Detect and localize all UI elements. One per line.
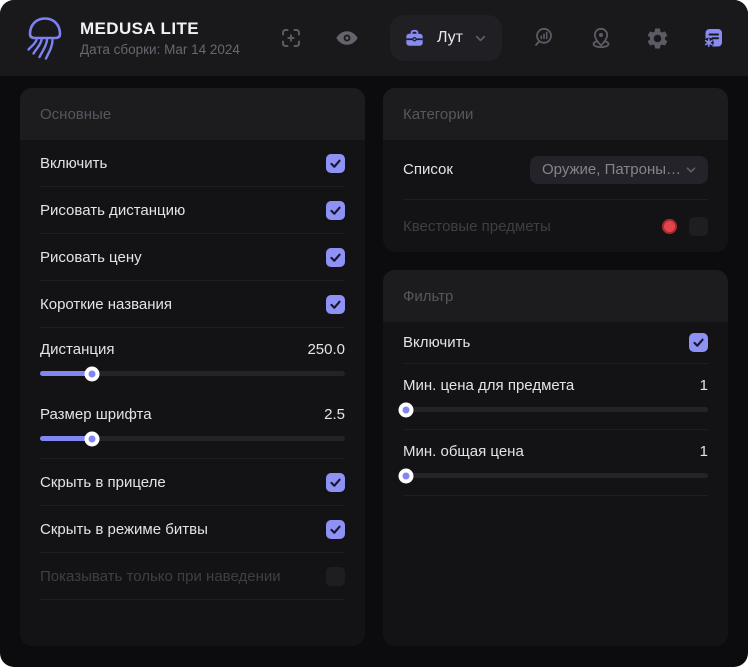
- title-block: MEDUSA LITE Дата сборки: Mar 14 2024: [80, 19, 240, 57]
- setting-label: Скрыть в режиме битвы: [40, 521, 208, 538]
- content-area: Основные Включить Рисовать дистанцию: [0, 76, 748, 667]
- scan-icon[interactable]: [278, 25, 304, 51]
- build-date-subtitle: Дата сборки: Mar 14 2024: [80, 42, 240, 57]
- briefcase-icon: [402, 26, 427, 51]
- category-list-label: Список: [403, 161, 453, 178]
- filter-enable-row: Включить: [403, 322, 708, 364]
- quests-list-icon[interactable]: [700, 25, 726, 51]
- draw-distance-checkbox[interactable]: [326, 201, 345, 220]
- quest-color-swatch[interactable]: [662, 219, 677, 234]
- panel-main: Основные Включить Рисовать дистанцию: [20, 88, 365, 646]
- distance-slider[interactable]: [40, 371, 345, 376]
- panel-filter-body: Включить Мин. цена для предмета 1: [383, 322, 728, 496]
- setting-label: Скрыть в прицеле: [40, 474, 166, 491]
- min-item-price-slider-thumb[interactable]: [399, 402, 414, 417]
- slider-label: Размер шрифта: [40, 406, 152, 423]
- min-total-price-slider-group: Мин. общая цена 1: [403, 430, 708, 496]
- panel-categories-title: Категории: [383, 88, 728, 140]
- slider-value: 250.0: [307, 341, 345, 358]
- font-size-slider-group: Размер шрифта 2.5: [40, 393, 345, 459]
- slider-value: 1: [700, 377, 708, 394]
- eye-icon[interactable]: [334, 25, 360, 51]
- font-size-slider[interactable]: [40, 436, 345, 441]
- enable-checkbox[interactable]: [326, 154, 345, 173]
- left-column: Основные Включить Рисовать дистанцию: [20, 88, 365, 646]
- search-stats-icon[interactable]: [532, 25, 558, 51]
- loot-dropdown-value: Лут: [437, 29, 463, 47]
- category-list-select[interactable]: Оружие, Патроны, ...: [530, 156, 708, 184]
- panel-main-title: Основные: [20, 88, 365, 140]
- chevron-down-icon: [473, 31, 488, 46]
- hide-in-scope-checkbox[interactable]: [326, 473, 345, 492]
- setting-label: Рисовать цену: [40, 249, 142, 266]
- min-item-price-slider[interactable]: [403, 407, 708, 412]
- loot-dropdown-button[interactable]: Лут: [390, 15, 502, 61]
- category-list-row: Список Оружие, Патроны, ...: [403, 140, 708, 200]
- short-names-checkbox[interactable]: [326, 295, 345, 314]
- setting-row-draw-distance: Рисовать дистанцию: [40, 187, 345, 234]
- slider-value: 2.5: [324, 406, 345, 423]
- gear-icon[interactable]: [644, 25, 670, 51]
- panel-filter-title: Фильтр: [383, 270, 728, 322]
- distance-slider-group: Дистанция 250.0: [40, 328, 345, 393]
- header-bar: MEDUSA LITE Дата сборки: Mar 14 2024: [0, 0, 748, 76]
- quest-items-checkbox[interactable]: [689, 217, 708, 236]
- min-total-price-slider[interactable]: [403, 473, 708, 478]
- right-column: Категории Список Оружие, Патроны, ... Кв…: [383, 88, 728, 646]
- panel-filter: Фильтр Включить Мин. цена для предмета 1: [383, 270, 728, 646]
- setting-row-show-on-hover: Показывать только при наведении: [40, 553, 345, 600]
- slider-label: Дистанция: [40, 341, 114, 358]
- slider-value: 1: [700, 443, 708, 460]
- font-size-slider-thumb[interactable]: [84, 431, 99, 446]
- location-pin-icon[interactable]: [588, 25, 614, 51]
- distance-slider-thumb[interactable]: [84, 366, 99, 381]
- setting-label: Рисовать дистанцию: [40, 202, 185, 219]
- category-list-select-value: Оружие, Патроны, ...: [542, 161, 684, 178]
- filter-enable-checkbox[interactable]: [689, 333, 708, 352]
- setting-row-draw-price: Рисовать цену: [40, 234, 345, 281]
- setting-row-short-names: Короткие названия: [40, 281, 345, 328]
- setting-row-enable: Включить: [40, 140, 345, 187]
- quest-items-controls: [662, 217, 708, 236]
- panel-categories: Категории Список Оружие, Патроны, ... Кв…: [383, 88, 728, 252]
- header-actions: Лут: [278, 15, 726, 61]
- slider-label: Мин. общая цена: [403, 443, 524, 460]
- filter-enable-label: Включить: [403, 334, 470, 351]
- setting-row-hide-in-battle: Скрыть в режиме битвы: [40, 506, 345, 553]
- min-item-price-slider-group: Мин. цена для предмета 1: [403, 364, 708, 430]
- setting-label: Включить: [40, 155, 107, 172]
- app-window: MEDUSA LITE Дата сборки: Mar 14 2024: [0, 0, 748, 667]
- panel-main-body: Включить Рисовать дистанцию Рисовать цен…: [20, 140, 365, 600]
- jellyfish-logo: [22, 13, 68, 63]
- hide-in-battle-checkbox[interactable]: [326, 520, 345, 539]
- quest-items-label: Квестовые предметы: [403, 218, 551, 235]
- quest-items-row: Квестовые предметы: [403, 200, 708, 252]
- setting-label: Короткие названия: [40, 296, 172, 313]
- draw-price-checkbox[interactable]: [326, 248, 345, 267]
- setting-row-hide-in-scope: Скрыть в прицеле: [40, 459, 345, 506]
- app-title: MEDUSA LITE: [80, 19, 240, 39]
- show-on-hover-checkbox[interactable]: [326, 567, 345, 586]
- panel-categories-body: Список Оружие, Патроны, ... Квестовые пр…: [383, 140, 728, 252]
- min-total-price-slider-thumb[interactable]: [399, 468, 414, 483]
- slider-label: Мин. цена для предмета: [403, 377, 574, 394]
- setting-label: Показывать только при наведении: [40, 568, 281, 585]
- chevron-down-icon: [684, 163, 698, 177]
